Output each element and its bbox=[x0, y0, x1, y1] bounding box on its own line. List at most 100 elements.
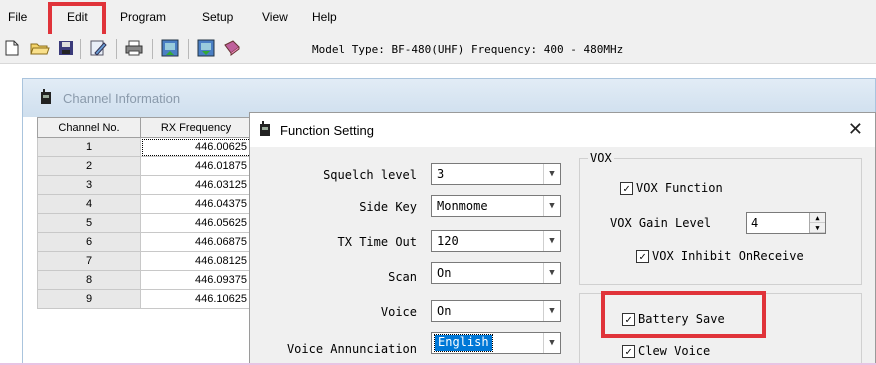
chevron-down-icon[interactable]: ▼ bbox=[543, 196, 560, 216]
table-row[interactable]: 9 446.10625 bbox=[37, 289, 252, 309]
channel-no-cell[interactable]: 6 bbox=[37, 232, 141, 252]
voice-annunciation-label: Voice Annunciation bbox=[286, 342, 417, 356]
open-folder-icon[interactable] bbox=[30, 38, 50, 58]
dialog-title: Function Setting bbox=[280, 123, 374, 138]
squelch-level-select[interactable]: 3 ▼ bbox=[431, 163, 561, 185]
vox-gain-level-value: 4 bbox=[751, 216, 759, 230]
channel-no-cell[interactable]: 4 bbox=[37, 194, 141, 214]
write-to-radio-icon[interactable] bbox=[196, 38, 216, 58]
chevron-up-icon[interactable]: ▲ bbox=[810, 213, 825, 223]
voice-value: On bbox=[437, 304, 452, 318]
voice-select[interactable]: On ▼ bbox=[431, 300, 561, 322]
channel-table: Channel No. RX Frequency 1 446.00625 2 446.… bbox=[37, 117, 252, 309]
menu-bar: File Edit Program Setup View Help bbox=[0, 0, 876, 34]
radio-icon bbox=[39, 89, 53, 108]
channel-no-cell[interactable]: 7 bbox=[37, 251, 141, 271]
rx-frequency-cell[interactable]: 446.10625 bbox=[140, 289, 252, 309]
table-row[interactable]: 7 446.08125 bbox=[37, 251, 252, 271]
menu-view[interactable]: View bbox=[262, 10, 288, 24]
tx-time-out-select[interactable]: 120 ▼ bbox=[431, 230, 561, 252]
column-header-channel-no[interactable]: Channel No. bbox=[37, 117, 141, 138]
menu-program[interactable]: Program bbox=[120, 10, 166, 24]
chevron-down-icon[interactable]: ▼ bbox=[543, 164, 560, 184]
rx-frequency-cell[interactable]: 446.08125 bbox=[140, 251, 252, 271]
book-icon[interactable] bbox=[222, 38, 242, 58]
rx-frequency-cell[interactable]: 446.05625 bbox=[140, 213, 252, 233]
vox-groupbox: VOX ✓ VOX Function VOX Gain Level 4 ▲ ▼ … bbox=[579, 151, 862, 285]
channel-no-cell[interactable]: 8 bbox=[37, 270, 141, 290]
channel-no-cell[interactable]: 1 bbox=[37, 137, 141, 157]
toolbar-separator bbox=[152, 39, 153, 59]
table-row[interactable]: 1 446.00625 bbox=[37, 137, 252, 157]
print-icon[interactable] bbox=[124, 38, 144, 58]
toolbar-separator bbox=[188, 39, 189, 59]
vox-inhibit-checkbox[interactable]: ✓ VOX Inhibit OnReceive bbox=[636, 249, 804, 263]
scan-label: Scan bbox=[388, 270, 417, 284]
radio-icon bbox=[258, 121, 272, 140]
tx-time-out-value: 120 bbox=[437, 234, 459, 248]
rx-frequency-cell[interactable]: 446.06875 bbox=[140, 232, 252, 252]
new-file-icon[interactable] bbox=[2, 38, 22, 58]
checkmark-icon: ✓ bbox=[620, 181, 633, 195]
table-row[interactable]: 2 446.01875 bbox=[37, 156, 252, 176]
channel-window-title: Channel Information bbox=[63, 91, 181, 106]
column-header-rx-frequency[interactable]: RX Frequency bbox=[140, 117, 252, 138]
voice-annunciation-select[interactable]: English ▼ bbox=[431, 332, 561, 354]
clew-voice-label: Clew Voice bbox=[638, 344, 711, 358]
table-row[interactable]: 8 446.09375 bbox=[37, 270, 252, 290]
table-row[interactable]: 3 446.03125 bbox=[37, 175, 252, 195]
chevron-down-icon[interactable]: ▼ bbox=[543, 333, 560, 353]
channel-no-cell[interactable]: 9 bbox=[37, 289, 141, 309]
table-row[interactable]: 5 446.05625 bbox=[37, 213, 252, 233]
side-key-label: Side Key bbox=[359, 200, 417, 214]
read-from-radio-icon[interactable] bbox=[160, 38, 180, 58]
voice-annunciation-value: English bbox=[434, 334, 493, 352]
side-key-select[interactable]: Monmome ▼ bbox=[431, 195, 561, 217]
model-info: Model Type: BF-480(UHF) Frequency: 400 -… bbox=[312, 43, 624, 56]
chevron-down-icon[interactable]: ▼ bbox=[543, 263, 560, 283]
table-row[interactable]: 6 446.06875 bbox=[37, 232, 252, 252]
battery-save-highlight bbox=[601, 291, 766, 338]
chevron-down-icon[interactable]: ▼ bbox=[543, 231, 560, 251]
function-setting-dialog: Function Setting ✕ Squelch level 3 ▼ Sid… bbox=[249, 112, 876, 365]
squelch-level-label: Squelch level bbox=[323, 168, 417, 182]
side-key-value: Monmome bbox=[437, 199, 488, 213]
rx-frequency-cell[interactable]: 446.01875 bbox=[140, 156, 252, 176]
chevron-down-icon[interactable]: ▼ bbox=[543, 301, 560, 321]
clew-voice-checkbox[interactable]: ✓ Clew Voice bbox=[622, 344, 710, 358]
vox-gain-level-spinner[interactable]: 4 ▲ ▼ bbox=[746, 212, 826, 234]
checkmark-icon: ✓ bbox=[636, 249, 649, 263]
squelch-level-value: 3 bbox=[437, 167, 445, 181]
channel-no-cell[interactable]: 5 bbox=[37, 213, 141, 233]
vox-group-legend: VOX bbox=[588, 151, 614, 165]
menu-file[interactable]: File bbox=[8, 10, 27, 24]
edit-menu-highlight bbox=[48, 2, 106, 38]
toolbar-separator bbox=[116, 39, 117, 59]
vox-inhibit-label: VOX Inhibit OnReceive bbox=[652, 249, 804, 263]
vox-function-label: VOX Function bbox=[636, 181, 723, 195]
toolbar: Model Type: BF-480(UHF) Frequency: 400 -… bbox=[0, 34, 876, 64]
save-icon[interactable] bbox=[56, 38, 76, 58]
vox-gain-level-label: VOX Gain Level bbox=[610, 216, 712, 230]
close-icon[interactable]: ✕ bbox=[848, 119, 863, 140]
rx-frequency-cell[interactable]: 446.04375 bbox=[140, 194, 252, 214]
checkmark-icon: ✓ bbox=[622, 344, 635, 358]
rx-frequency-cell[interactable]: 446.09375 bbox=[140, 270, 252, 290]
toolbar-separator bbox=[80, 39, 81, 59]
rx-frequency-cell[interactable]: 446.03125 bbox=[140, 175, 252, 195]
rx-frequency-cell[interactable]: 446.00625 bbox=[140, 137, 252, 157]
channel-no-cell[interactable]: 2 bbox=[37, 156, 141, 176]
chevron-down-icon[interactable]: ▼ bbox=[810, 223, 825, 233]
edit-icon[interactable] bbox=[88, 38, 108, 58]
dialog-titlebar: Function Setting ✕ bbox=[250, 113, 875, 147]
channel-no-cell[interactable]: 3 bbox=[37, 175, 141, 195]
menu-setup[interactable]: Setup bbox=[202, 10, 233, 24]
tx-time-out-label: TX Time Out bbox=[337, 235, 417, 249]
table-row[interactable]: 4 446.04375 bbox=[37, 194, 252, 214]
vox-function-checkbox[interactable]: ✓ VOX Function bbox=[620, 181, 723, 195]
scan-value: On bbox=[437, 266, 452, 280]
voice-label: Voice bbox=[380, 305, 417, 319]
scan-select[interactable]: On ▼ bbox=[431, 262, 561, 284]
menu-help[interactable]: Help bbox=[312, 10, 337, 24]
spinner-buttons[interactable]: ▲ ▼ bbox=[809, 213, 825, 233]
